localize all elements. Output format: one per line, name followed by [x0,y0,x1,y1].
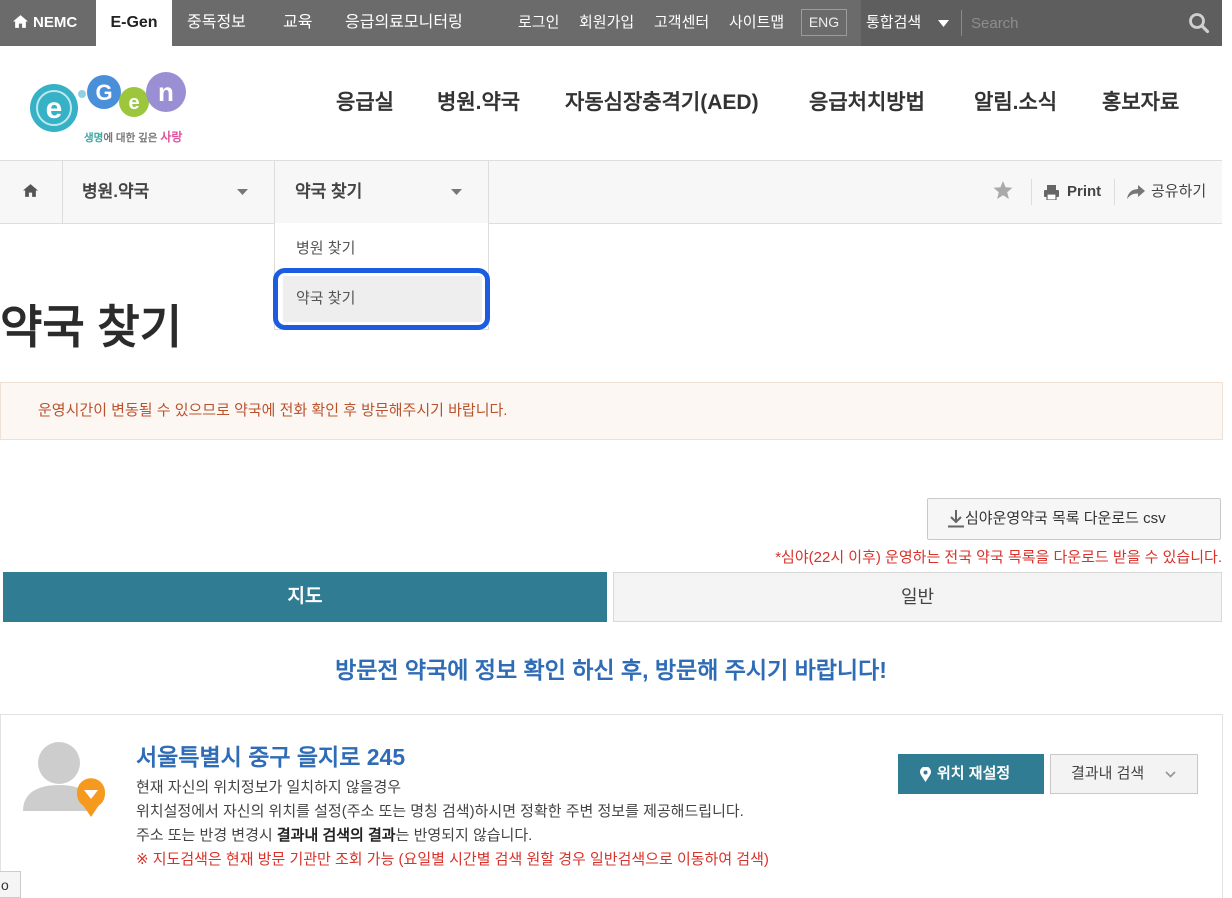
english-button[interactable]: ENG [801,9,847,36]
toolbar-divider [1031,179,1032,205]
help-line: 주소 또는 반경 변경시 결과내 검색의 결과는 반영되지 않습니다. [136,824,769,848]
notice-text: 운영시간이 변동될 수 있으므로 약국에 전화 확인 후 방문해주시기 바랍니다… [38,402,508,419]
search-scope-label: 통합검색 [866,14,922,31]
search-divider [961,10,962,36]
site-header: e G e n 생명에 대한 깊은 사랑 응급실 병원.약국 자동심장충격기(A… [0,46,1232,160]
nav-promotion[interactable]: 홍보자료 [1102,86,1179,120]
logo-letter: n [158,77,174,107]
breadcrumb-home[interactable] [0,161,63,223]
download-note: *심야(22시 이후) 운영하는 전국 약국 목록을 다운로드 받을 수 있습니… [775,549,1222,566]
reset-location-button[interactable]: 위치 재설정 [898,754,1044,794]
location-pin-icon [77,778,106,817]
search-input[interactable] [971,8,1176,38]
notice-box: 운영시간이 변동될 수 있으므로 약국에 전화 확인 후 방문해주시기 바랍니다… [0,382,1223,440]
egen-logo[interactable]: e G e n 생명에 대한 깊은 사랑 [20,64,190,148]
tab-map[interactable]: 지도 [3,572,607,622]
nav-news[interactable]: 알림.소식 [974,86,1057,120]
search-scope-select[interactable]: 통합검색 [866,0,949,46]
help-line-emphasis: 결과내 검색의 결과 [276,827,396,844]
favorite-button[interactable] [993,161,1013,223]
share-button[interactable]: 공유하기 [1127,161,1206,223]
home-icon [13,15,28,28]
site-tab-education[interactable]: 교육 [283,0,312,46]
nav-emergency-room[interactable]: 응급실 [336,86,394,120]
site-tab-monitoring[interactable]: 응급의료모니터링 [345,0,463,46]
site-tab-poison-info[interactable]: 중독정보 [187,0,246,46]
signup-link[interactable]: 회원가입 [579,0,634,46]
breadcrumb-level1[interactable]: 병원.약국 [63,161,275,223]
highlight-frame [273,268,490,330]
share-label: 공유하기 [1151,183,1207,200]
customer-center-link[interactable]: 고객센터 [654,0,709,46]
reset-location-label: 위치 재설정 [937,765,1011,782]
nav-hospital-pharmacy[interactable]: 병원.약국 [437,86,520,120]
location-panel: 서울특별시 중구 을지로 245 현재 자신의 위치정보가 일치하지 않을경우 … [0,714,1223,898]
help-line: 위치설정에서 자신의 위치를 설정(주소 또는 명칭 검색)하시면 정확한 주변… [136,803,744,820]
map-search-warning: ※ 지도검색은 현재 방문 기관만 조회 가능 (요일별 시간별 검색 원할 경… [136,851,769,868]
breadcrumb-level2-label: 약국 찾기 [295,182,363,201]
help-line-text: 주소 또는 반경 변경시 [136,827,277,844]
help-line: 현재 자신의 위치정보가 일치하지 않을경우 [136,779,402,796]
print-button[interactable]: Print [1044,161,1101,223]
download-csv-button[interactable]: 심야운영약국 목록 다운로드 csv [927,498,1221,540]
toolbar-divider [1114,179,1115,205]
print-label: Print [1067,183,1102,200]
help-line-text: 는 반영되지 않습니다. [395,827,533,844]
logo-letter: e [46,92,63,125]
nav-first-aid[interactable]: 응급처치방법 [809,86,925,120]
filter-results-label: 결과내 검색 [1071,765,1145,782]
map-marker-icon [920,767,931,782]
search-icon [1189,13,1210,34]
site-tab-egen[interactable]: E-Gen [96,0,172,46]
location-help-text: 현재 자신의 위치정보가 일치하지 않을경우 위치설정에서 자신의 위치를 설정… [136,776,769,872]
logo-tagline: 생명에 대한 깊은 사랑 [84,129,182,144]
nemc-label: NEMC [33,14,78,31]
global-top-bar: NEMC E-Gen 중독정보 교육 응급의료모니터링 로그인 회원가입 고객센… [0,0,1222,46]
login-link[interactable]: 로그인 [518,0,559,46]
sitemap-link[interactable]: 사이트맵 [729,0,784,46]
nav-aed[interactable]: 자동심장충격기(AED) [565,86,759,120]
tab-general[interactable]: 일반 [613,572,1222,622]
dropdown-item-hospital-search[interactable]: 병원 찾기 [296,236,355,262]
download-csv-label: 심야운영약국 목록 다운로드 csv [965,510,1166,527]
logo-letter: G [95,80,112,105]
user-avatar-icon [23,742,106,817]
logo-letter: e [128,92,139,114]
breadcrumb-level2[interactable]: 약국 찾기 [275,161,489,223]
breadcrumb: 병원.약국 약국 찾기 Print 공유하기 [0,160,1222,224]
global-search: 통합검색 [861,0,1222,46]
floating-corner-widget[interactable]: o [0,871,21,898]
caret-down-icon [237,189,248,195]
visit-heading: 방문전 약국에 정보 확인 하신 후, 방문해 주시기 바랍니다! [335,657,887,683]
home-icon [23,184,38,197]
search-button[interactable] [1181,8,1217,38]
download-icon [948,510,964,528]
breadcrumb-level1-label: 병원.약국 [82,182,150,201]
caret-down-icon [938,20,949,27]
chevron-down-icon [1165,771,1176,778]
printer-icon [1044,185,1059,200]
filter-results-button[interactable]: 결과내 검색 [1050,754,1198,794]
page-title: 약국 찾기 [0,301,183,353]
share-icon [1127,185,1145,199]
star-icon [993,181,1013,199]
current-address: 서울특별시 중구 을지로 245 [136,744,406,770]
caret-down-icon [451,189,462,195]
nemc-home-link[interactable]: NEMC [12,0,77,46]
